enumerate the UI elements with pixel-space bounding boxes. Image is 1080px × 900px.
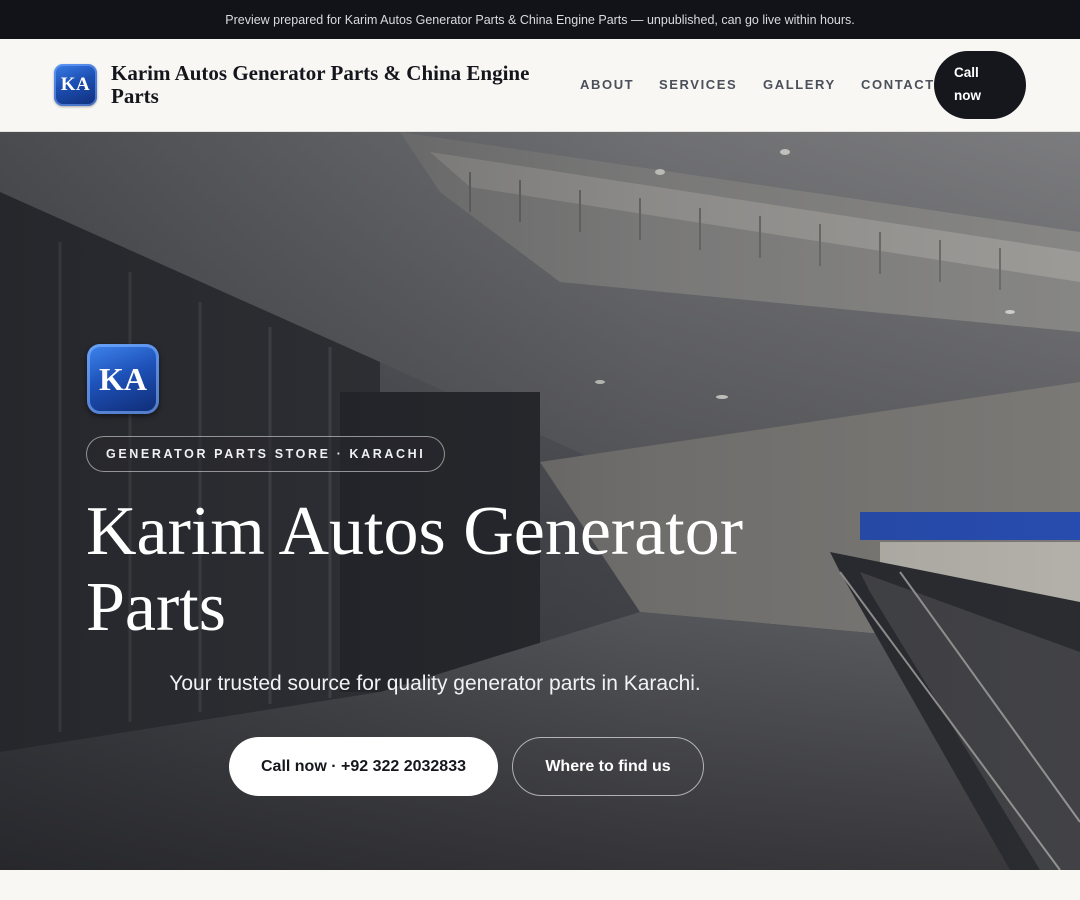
call-button-line1: Call <box>954 65 979 80</box>
preview-banner-text: Preview prepared for Karim Autos Generat… <box>225 12 855 27</box>
hero-section: KA GENERATOR PARTS STORE · KARACHI Karim… <box>0 132 1080 870</box>
nav-services[interactable]: SERVICES <box>659 77 737 92</box>
header-logo[interactable]: KA <box>54 64 97 106</box>
find-us-button[interactable]: Where to find us <box>512 737 704 796</box>
call-button-line2: now <box>954 88 981 103</box>
nav-gallery[interactable]: GALLERY <box>763 77 836 92</box>
site-header: KA Karim Autos Generator Parts & China E… <box>0 39 1080 132</box>
header-call-button[interactable]: Call now <box>934 51 1026 119</box>
nav-about[interactable]: ABOUT <box>580 77 634 92</box>
brand-name[interactable]: Karim Autos Generator Parts & China Engi… <box>111 62 571 108</box>
hero-subtitle: Your trusted source for quality generato… <box>169 672 701 695</box>
hero-logo-initials: KA <box>99 360 147 397</box>
next-section-edge <box>0 870 1080 900</box>
hero-title: Karim Autos Generator Parts <box>86 493 744 646</box>
header-logo-initials: KA <box>60 74 91 95</box>
call-now-button[interactable]: Call now · +92 322 2032833 <box>229 737 498 796</box>
hero-tag-badge: GENERATOR PARTS STORE · KARACHI <box>86 436 446 472</box>
preview-banner: Preview prepared for Karim Autos Generat… <box>0 0 1080 39</box>
nav-contact[interactable]: CONTACT <box>861 77 935 92</box>
hero-logo: KA <box>87 344 159 414</box>
